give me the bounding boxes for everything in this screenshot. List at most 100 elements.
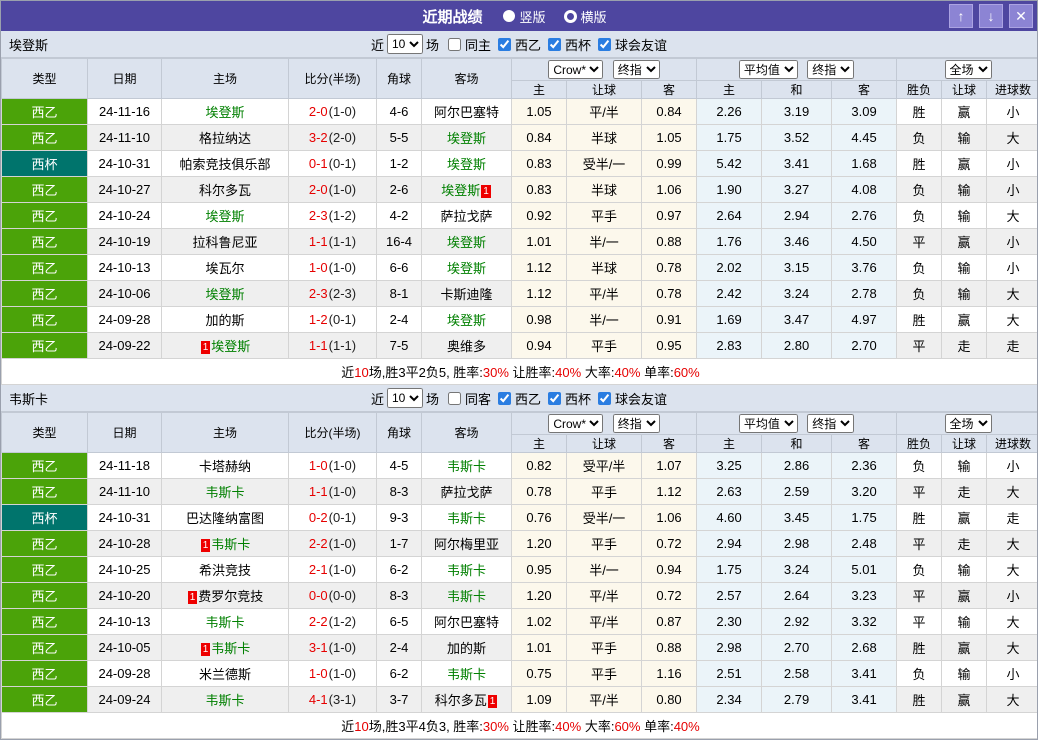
col-corner: 角球 xyxy=(376,58,422,99)
league-checkbox-segunda[interactable] xyxy=(498,391,511,405)
avg-home-odds: 2.94 xyxy=(696,530,763,557)
avg-away-odds: 2.78 xyxy=(831,280,898,307)
team-name-text: 埃登斯 xyxy=(446,157,486,172)
avg-final-select[interactable]: 终指 xyxy=(807,414,855,433)
summary-text: 让胜率: xyxy=(508,365,556,380)
summary-text: 单率: xyxy=(640,365,674,380)
handicap-line: 平手 xyxy=(566,634,642,661)
avg-final-select[interactable]: 终指 xyxy=(807,60,855,79)
result-goals: 小 xyxy=(986,150,1037,177)
avg-home-odds: 2.30 xyxy=(696,608,763,635)
avg-away-odds: 3.41 xyxy=(831,660,898,687)
odds-source-select[interactable]: Crow* xyxy=(548,60,604,79)
handicap-odds-group: Crow* 终指 xyxy=(510,412,698,435)
corner-cell: 6-2 xyxy=(376,556,422,583)
match-row: 西乙 24-10-27 科尔多瓦 2-0(1-0) 2-6 埃登斯 1 0.83 半球 1.06 1… xyxy=(1,176,1037,203)
section-header-team2: 韦斯卡 近 10 场 同客 西乙 西杯 球会友谊 xyxy=(1,385,1037,412)
handicap-line: 平手 xyxy=(566,202,642,229)
summary-text: 40% xyxy=(673,719,700,734)
col-result-outcome: 胜负 xyxy=(896,434,943,453)
avg-draw-odds: 3.46 xyxy=(761,228,833,255)
summary-text: 大率: xyxy=(581,365,615,380)
handicap-away-odds: 1.16 xyxy=(640,660,698,687)
avg-home-odds: 5.42 xyxy=(696,150,763,177)
titlebar-buttons: ↑ ↓ ✕ xyxy=(949,4,1033,28)
avg-draw-odds: 3.47 xyxy=(761,306,833,333)
avg-away-odds: 2.36 xyxy=(831,452,898,479)
summary-text: 单率: xyxy=(640,719,674,734)
view-option-horizontal[interactable]: 横版 xyxy=(563,7,607,26)
home-team-cell: 埃登斯 xyxy=(161,98,289,125)
recent-count-select[interactable]: 10 xyxy=(386,388,423,408)
league-checkbox-friendly[interactable] xyxy=(598,391,612,405)
result-handicap: 输 xyxy=(941,452,988,479)
league-checkbox-copa-label: 西杯 xyxy=(565,391,592,407)
avg-away-odds: 1.75 xyxy=(831,504,898,531)
team-name-text: 韦斯卡 xyxy=(211,537,251,552)
avg-source-select[interactable]: 平均值 xyxy=(738,60,798,79)
result-handicap: 走 xyxy=(941,332,988,359)
league-checkbox-friendly[interactable] xyxy=(598,37,612,51)
odds-final-select[interactable]: 终指 xyxy=(612,60,660,79)
result-handicap: 赢 xyxy=(941,306,988,333)
handicap-line: 半/一 xyxy=(566,228,642,255)
team-name-text: 阿尔巴塞特 xyxy=(433,615,499,630)
halftime-score: (1-0) xyxy=(328,260,357,275)
score-cell: 2-2(1-2) xyxy=(288,608,377,635)
result-handicap: 输 xyxy=(941,280,988,307)
odds-source-select[interactable]: Crow* xyxy=(548,414,604,433)
halftime-score: (1-2) xyxy=(328,208,357,223)
score-cell: 1-0(1-0) xyxy=(288,660,377,687)
corner-cell: 8-3 xyxy=(376,478,422,505)
avg-draw-odds: 2.98 xyxy=(761,530,833,557)
avg-source-select[interactable]: 平均值 xyxy=(738,414,798,433)
result-handicap: 输 xyxy=(941,124,988,151)
view-option-vertical[interactable]: 竖版 xyxy=(503,7,546,26)
league-cell: 西乙 xyxy=(1,176,88,203)
avg-home-odds: 2.64 xyxy=(696,202,763,229)
avg-draw-odds: 3.27 xyxy=(761,176,833,203)
same-venue-checkbox[interactable] xyxy=(447,391,461,405)
avg-odds-group: 平均值 终指 xyxy=(696,58,898,81)
corner-cell: 5-5 xyxy=(376,124,422,151)
col-result-goals: 进球数 xyxy=(986,80,1037,99)
halftime-score: (1-1) xyxy=(328,234,357,249)
team-name-text: 埃登斯 xyxy=(446,131,486,146)
handicap-home-odds: 0.92 xyxy=(511,202,567,229)
team-name: 埃登斯 xyxy=(9,37,49,53)
match-row: 西乙 24-10-13 埃瓦尔 1-0(1-0) 6-6 埃登斯 1.12 半球 0.78 2.0… xyxy=(1,254,1037,281)
scroll-up-button[interactable]: ↑ xyxy=(949,4,973,28)
avg-away-odds: 3.23 xyxy=(831,582,898,609)
away-team-cell: 阿尔梅里亚 xyxy=(421,530,512,557)
match-row: 西乙 24-09-22 1 埃登斯 1-1(1-1) 7-5 奥维多 0.94 平手 0.95 2.… xyxy=(1,332,1037,359)
date-cell: 24-10-31 xyxy=(87,504,162,531)
titlebar: 近期战绩 竖版 横版 ↑ ↓ ✕ xyxy=(1,1,1037,31)
avg-draw-odds: 3.41 xyxy=(761,150,833,177)
date-cell: 24-09-28 xyxy=(87,660,162,687)
result-goals: 大 xyxy=(986,280,1037,307)
recent-count-select[interactable]: 10 xyxy=(386,34,423,54)
close-button[interactable]: ✕ xyxy=(1009,4,1033,28)
scope-select[interactable]: 全场 xyxy=(944,60,992,79)
radio-unselected-icon xyxy=(563,9,577,23)
corner-cell: 4-6 xyxy=(376,98,422,125)
away-team-cell: 埃登斯 1 xyxy=(421,176,512,203)
odds-final-select[interactable]: 终指 xyxy=(612,414,660,433)
same-venue-checkbox[interactable] xyxy=(447,37,461,51)
scroll-down-button[interactable]: ↓ xyxy=(979,4,1003,28)
handicap-line: 半球 xyxy=(566,176,642,203)
scope-select[interactable]: 全场 xyxy=(944,414,992,433)
away-team-cell: 埃登斯 xyxy=(421,228,512,255)
league-checkbox-segunda[interactable] xyxy=(498,37,511,51)
result-outcome: 平 xyxy=(896,478,943,505)
result-outcome: 胜 xyxy=(896,98,943,125)
col-home: 主场 xyxy=(161,412,289,453)
result-handicap: 输 xyxy=(941,176,988,203)
red-card-badge: 1 xyxy=(200,341,211,354)
result-handicap: 赢 xyxy=(941,228,988,255)
league-checkbox-copa[interactable] xyxy=(548,37,562,51)
fulltime-score: 3-1 xyxy=(308,640,328,655)
away-team-cell: 韦斯卡 xyxy=(421,504,512,531)
league-checkbox-copa[interactable] xyxy=(548,391,562,405)
fulltime-score: 2-2 xyxy=(308,536,328,551)
